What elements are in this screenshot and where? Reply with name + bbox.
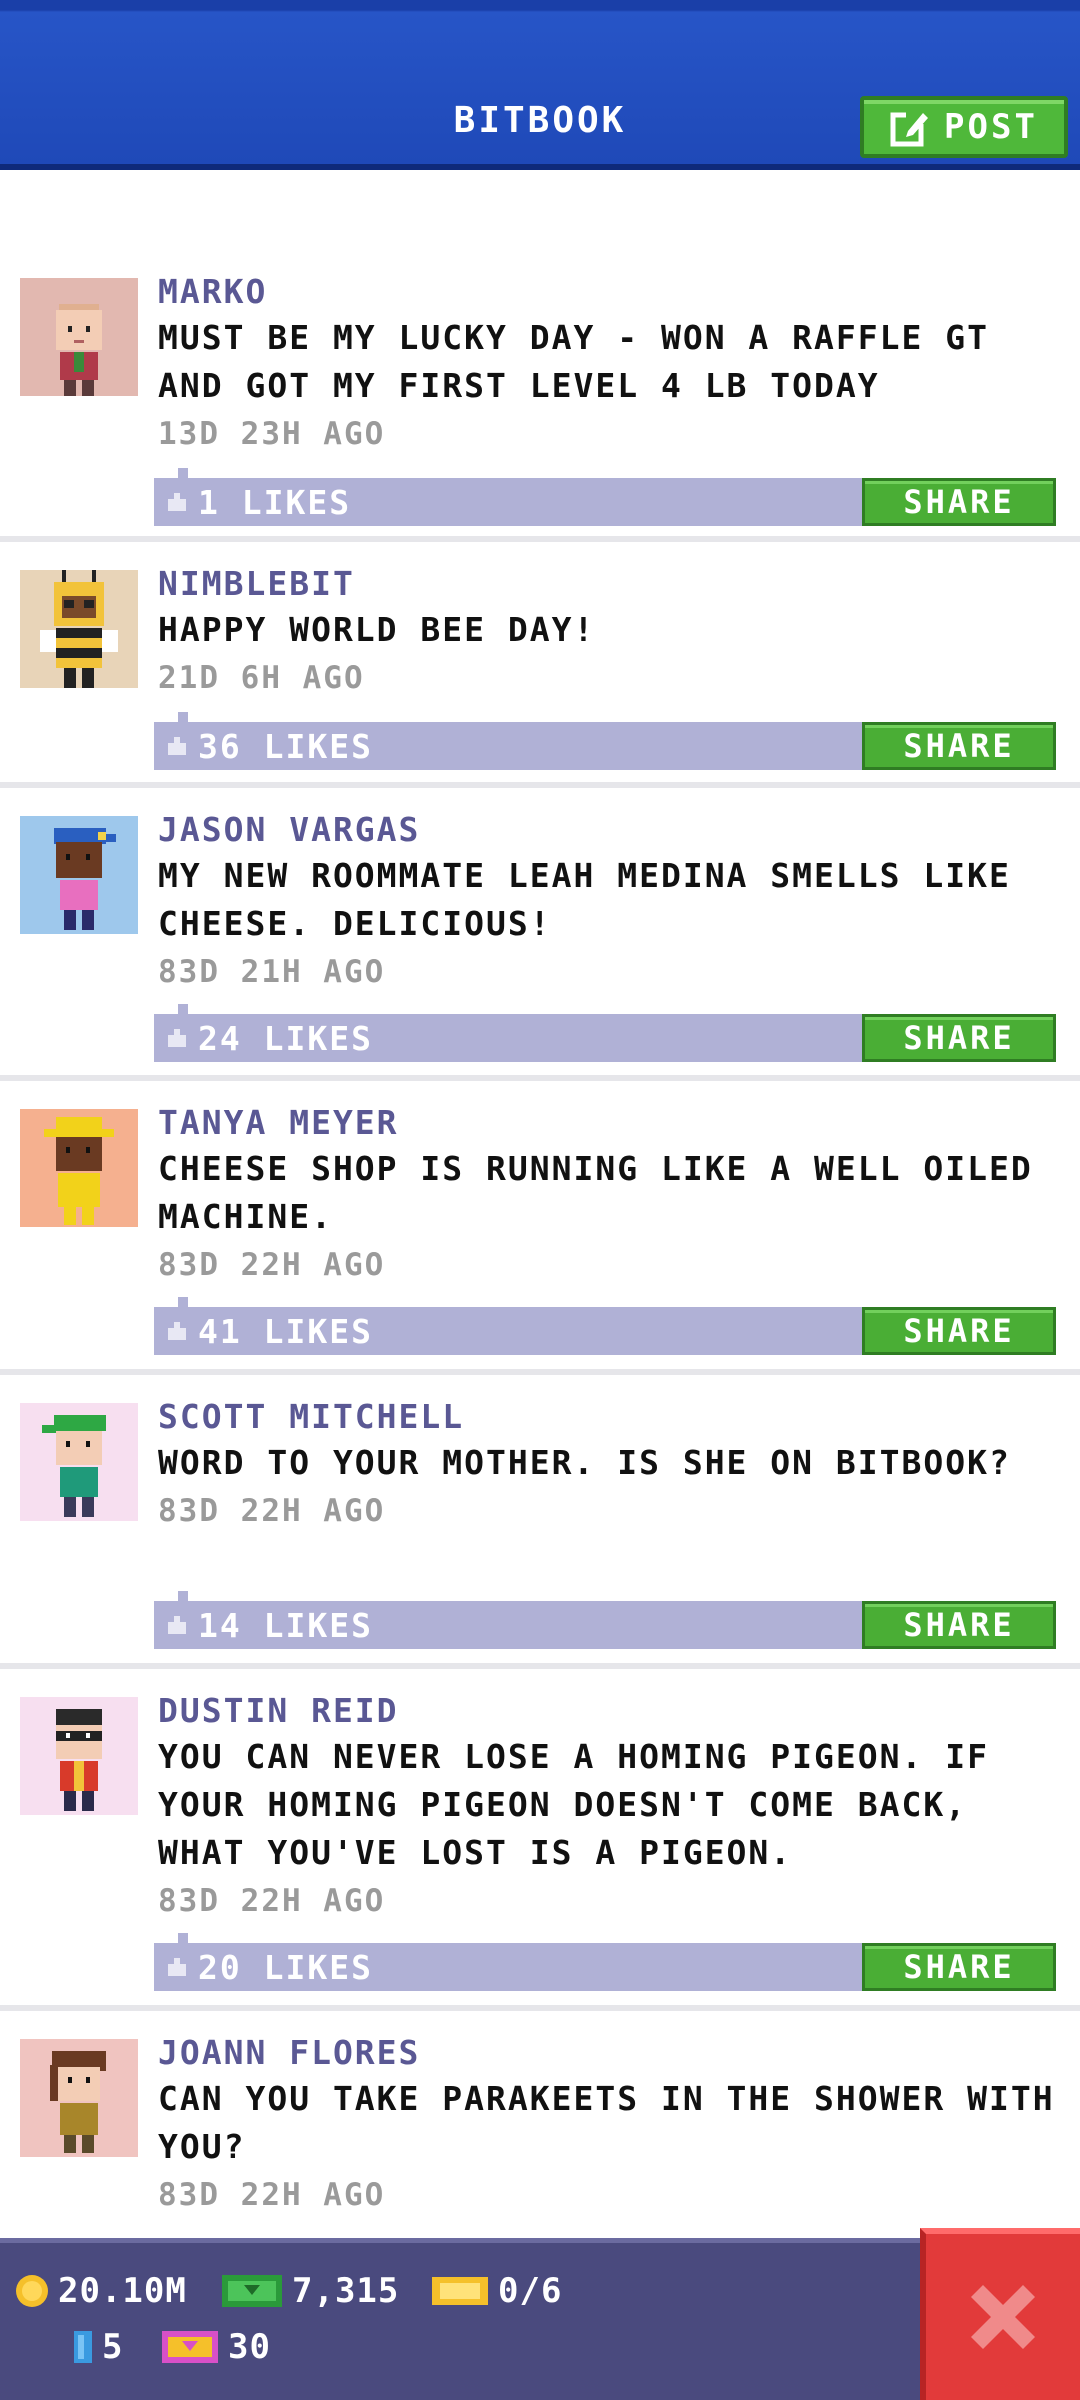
like-bar[interactable]: 14 LIKES SHARE: [154, 1591, 1056, 1649]
feed-post: MARKO MUST BE MY LUCKY DAY - WON A RAFFL…: [0, 250, 1080, 542]
close-icon: [971, 2285, 1035, 2349]
like-bar[interactable]: 36 LIKES SHARE: [154, 712, 1056, 770]
post-button[interactable]: POST: [860, 96, 1068, 158]
post-timestamp: 83D 22H AGO: [158, 1493, 386, 1529]
avatar-figure-icon: [50, 2051, 106, 2153]
post-message: WORD TO YOUR MOTHER. IS SHE ON BITBOOK?: [158, 1443, 1011, 1482]
avatar[interactable]: [20, 278, 138, 396]
post-timestamp: 83D 21H AGO: [158, 954, 386, 990]
golden-ticket-icon: [162, 2331, 218, 2363]
feed-post: NIMBLEBIT HAPPY WORLD BEE DAY! 21D 6H AG…: [0, 542, 1080, 788]
avatar[interactable]: [20, 816, 138, 934]
share-button[interactable]: SHARE: [862, 1014, 1056, 1062]
post-timestamp: 13D 23H AGO: [158, 416, 386, 452]
like-count: 14 LIKES: [198, 1605, 373, 1645]
tickets-stat: 0/6: [430, 2271, 562, 2311]
bux-icon: [222, 2275, 282, 2307]
feed-post: TANYA MEYER CHEESE SHOP IS RUNNING LIKE …: [0, 1081, 1080, 1375]
share-button[interactable]: SHARE: [862, 1601, 1056, 1649]
top-bar: BITBOOK POST: [0, 0, 1080, 170]
close-button[interactable]: [920, 2228, 1080, 2400]
avatar-figure-icon: [54, 828, 116, 930]
post-author[interactable]: MARKO: [158, 270, 1066, 314]
like-count: 24 LIKES: [198, 1018, 373, 1058]
avatar[interactable]: [20, 1697, 138, 1815]
avatar-figure-icon: [44, 1117, 114, 1225]
post-timestamp: 21D 6H AGO: [158, 660, 365, 696]
post-author[interactable]: DUSTIN REID: [158, 1689, 1066, 1733]
thumbs-up-icon: [168, 1616, 186, 1634]
robber-avatar-icon: [56, 1709, 102, 1811]
avatar[interactable]: [20, 1403, 138, 1521]
post-message: MUST BE MY LUCKY DAY - WON A RAFFLE GT A…: [158, 318, 989, 405]
golden-tickets-value: 30: [228, 2327, 271, 2367]
gems-stat: 5: [72, 2327, 123, 2367]
feed-post: JOANN FLORES CAN YOU TAKE PARAKEETS IN T…: [0, 2011, 1080, 2241]
tickets-value: 0/6: [498, 2271, 563, 2311]
share-button[interactable]: SHARE: [862, 1943, 1056, 1991]
coins-stat: 20.10M: [14, 2271, 187, 2311]
thumbs-up-icon: [168, 737, 186, 755]
share-button[interactable]: SHARE: [862, 722, 1056, 770]
bux-stat: 7,315: [220, 2271, 399, 2311]
coins-value: 20.10M: [58, 2271, 187, 2311]
bux-value: 7,315: [292, 2271, 400, 2311]
post-timestamp: 83D 22H AGO: [158, 1247, 386, 1283]
edit-icon: [890, 110, 929, 147]
post-message: MY NEW ROOMMATE LEAH MEDINA SMELLS LIKE …: [158, 856, 1011, 943]
post-message: CAN YOU TAKE PARAKEETS IN THE SHOWER WIT…: [158, 2079, 1055, 2166]
feed-post: JASON VARGAS MY NEW ROOMMATE LEAH MEDINA…: [0, 788, 1080, 1081]
like-bar[interactable]: 1 LIKES SHARE: [154, 468, 1056, 526]
post-author[interactable]: JASON VARGAS: [158, 808, 1066, 852]
post-author[interactable]: SCOTT MITCHELL: [158, 1395, 1066, 1439]
ticket-icon: [432, 2277, 488, 2305]
coin-icon: [16, 2275, 48, 2307]
thumbs-up-icon: [168, 1322, 186, 1340]
feed-post: DUSTIN REID YOU CAN NEVER LOSE A HOMING …: [0, 1669, 1080, 2011]
like-bar[interactable]: 41 LIKES SHARE: [154, 1297, 1056, 1355]
post-message: CHEESE SHOP IS RUNNING LIKE A WELL OILED…: [158, 1149, 1033, 1236]
avatar-figure-icon: [56, 304, 102, 396]
like-count: 41 LIKES: [198, 1311, 373, 1351]
avatar-figure-icon: [42, 1415, 106, 1517]
gems-value: 5: [102, 2327, 124, 2367]
avatar[interactable]: [20, 570, 138, 688]
bee-costume-icon: [40, 570, 118, 688]
feed-post: SCOTT MITCHELL WORD TO YOUR MOTHER. IS S…: [0, 1375, 1080, 1669]
post-message: HAPPY WORLD BEE DAY!: [158, 610, 596, 649]
share-button[interactable]: SHARE: [862, 478, 1056, 526]
avatar[interactable]: [20, 1109, 138, 1227]
thumbs-up-icon: [168, 493, 186, 511]
status-bar: 20.10M 7,315 0/6 5 30: [0, 2238, 1080, 2400]
post-message: YOU CAN NEVER LOSE A HOMING PIGEON. IF Y…: [158, 1737, 989, 1872]
like-count: 1 LIKES: [198, 482, 352, 522]
like-bar[interactable]: 20 LIKES SHARE: [154, 1933, 1056, 1991]
post-timestamp: 83D 22H AGO: [158, 2177, 386, 2213]
gem-icon: [74, 2331, 92, 2363]
avatar[interactable]: [20, 2039, 138, 2157]
feed-list[interactable]: MARKO MUST BE MY LUCKY DAY - WON A RAFFL…: [0, 250, 1080, 2241]
post-author[interactable]: JOANN FLORES: [158, 2031, 1066, 2075]
golden-tickets-stat: 30: [160, 2327, 271, 2367]
post-timestamp: 83D 22H AGO: [158, 1883, 386, 1919]
post-button-label: POST: [944, 107, 1038, 147]
post-author[interactable]: NIMBLEBIT: [158, 562, 1066, 606]
thumbs-up-icon: [168, 1958, 186, 1976]
like-count: 36 LIKES: [198, 726, 373, 766]
like-bar[interactable]: 24 LIKES SHARE: [154, 1004, 1056, 1062]
post-author[interactable]: TANYA MEYER: [158, 1101, 1066, 1145]
thumbs-up-icon: [168, 1029, 186, 1047]
like-count: 20 LIKES: [198, 1947, 373, 1987]
share-button[interactable]: SHARE: [862, 1307, 1056, 1355]
